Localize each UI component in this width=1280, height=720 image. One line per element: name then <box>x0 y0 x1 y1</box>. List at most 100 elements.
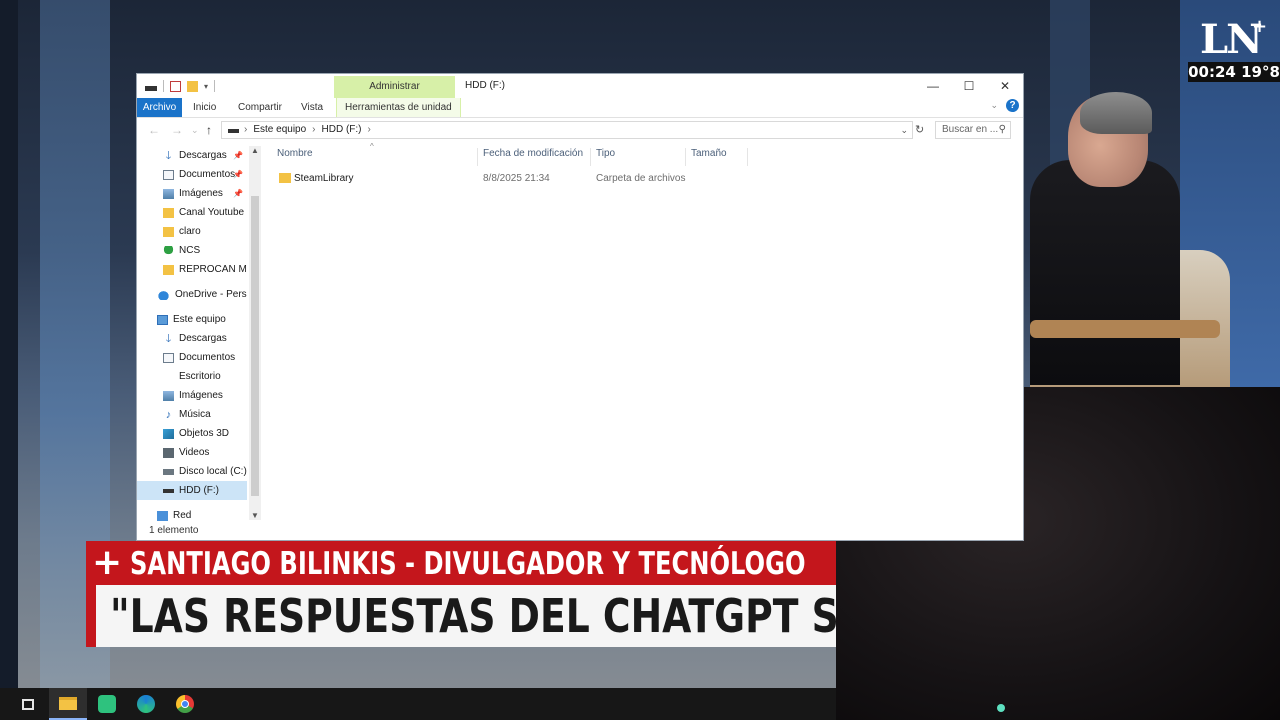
forward-arrow-icon[interactable]: → <box>171 123 183 137</box>
file-type: Carpeta de archivos <box>596 173 686 184</box>
context-tab-manage[interactable]: Administrar <box>334 76 455 98</box>
nav-item-label: Objetos 3D <box>179 428 230 439</box>
nav-item-este-equipo[interactable]: Este equipo <box>137 310 247 329</box>
pin-icon: 📌 <box>233 170 243 179</box>
address-bar[interactable]: › Este equipo › HDD (F:) › ⌄ <box>221 121 913 139</box>
nav-item-label: Videos <box>179 447 210 458</box>
column-divider[interactable] <box>685 148 686 166</box>
toolbar-divider <box>214 80 216 92</box>
nav-item-reprocan[interactable]: REPROCAN MOI <box>137 260 247 279</box>
breadcrumb-este-equipo[interactable]: Este equipo <box>253 122 306 138</box>
nav-item-claro[interactable]: claro <box>137 222 247 241</box>
file-name: SteamLibrary <box>294 173 354 184</box>
nav-item-label: claro <box>179 226 201 237</box>
crumb-separator: › <box>312 124 316 135</box>
cloud-icon <box>157 289 170 300</box>
chevron-up-icon[interactable]: ▲ <box>249 146 261 155</box>
chrome-taskbar-button[interactable] <box>166 688 204 720</box>
breadcrumb: › Este equipo › HDD (F:) › <box>244 122 371 138</box>
nav-item-label: OneDrive - Persor <box>175 289 247 300</box>
news-lower-third: + SANTIAGO BILINKIS - DIVULGADOR Y TECNÓ… <box>86 541 836 647</box>
navigation-scrollbar[interactable]: ▲ ▼ <box>249 146 261 520</box>
tab-herramientas-de-unidad[interactable]: Herramientas de unidad <box>336 98 461 117</box>
tab-archivo[interactable]: Archivo <box>137 98 182 117</box>
folder-icon <box>279 173 291 183</box>
armchair-arm <box>1030 320 1220 338</box>
column-header-tipo[interactable]: Tipo <box>596 148 615 159</box>
column-header-tamano[interactable]: Tamaño <box>691 148 727 159</box>
properties-icon[interactable] <box>170 80 181 92</box>
column-header-nombre[interactable]: Nombre <box>277 148 313 159</box>
nav-item-label: Disco local (C:) <box>179 466 247 477</box>
new-folder-icon[interactable] <box>187 80 198 92</box>
broadcast-clock: 00:24 19°8 <box>1188 62 1280 82</box>
nav-item-documentos[interactable]: Documentos <box>137 348 247 367</box>
nav-item-hdd[interactable]: HDD (F:) <box>137 481 247 500</box>
close-button[interactable]: ✕ <box>987 74 1023 98</box>
toolbar-divider <box>163 80 164 92</box>
tab-inicio[interactable]: Inicio <box>193 98 216 117</box>
nav-item-videos[interactable]: Videos <box>137 443 247 462</box>
green-app-taskbar-button[interactable] <box>88 688 126 720</box>
nav-item-disco-local[interactable]: Disco local (C:) <box>137 462 247 481</box>
nav-item-label: NCS <box>179 245 201 256</box>
nav-item-onedrive[interactable]: OneDrive - Persor <box>137 285 247 304</box>
task-view-button[interactable] <box>9 688 47 720</box>
nav-item-descargas[interactable]: 🡓 Descargas <box>137 329 247 348</box>
nav-item-objetos-3d[interactable]: Objetos 3D <box>137 424 247 443</box>
tab-compartir[interactable]: Compartir <box>238 98 282 117</box>
pin-icon: 📌 <box>233 189 243 198</box>
window-controls: — ☐ ✕ <box>915 74 1023 98</box>
search-input[interactable]: Buscar en ... ⚲ <box>935 121 1011 139</box>
breadcrumb-hdd[interactable]: HDD (F:) <box>322 122 362 138</box>
back-arrow-icon[interactable]: ← <box>148 123 160 137</box>
presenter-hair <box>1080 92 1152 134</box>
nav-item-label: HDD (F:) <box>179 485 219 496</box>
folder-icon <box>163 207 174 218</box>
edge-taskbar-button[interactable] <box>127 688 165 720</box>
chevron-down-icon[interactable]: ⌄ <box>900 122 908 138</box>
file-row[interactable]: SteamLibrary 8/8/2025 21:34 Carpeta de a… <box>277 170 747 188</box>
scrollbar-thumb[interactable] <box>251 196 259 496</box>
help-icon[interactable]: ? <box>1006 99 1019 112</box>
nav-item-imagenes-quick[interactable]: Imágenes 📌 <box>137 184 247 203</box>
file-explorer-icon <box>59 696 77 710</box>
camera-indicator-light <box>997 704 1005 712</box>
column-divider[interactable] <box>747 148 748 166</box>
up-arrow-icon[interactable]: ↑ <box>206 123 212 137</box>
video-icon <box>163 447 174 458</box>
nav-item-documentos-quick[interactable]: Documentos 📌 <box>137 165 247 184</box>
title-bar: ▾ Administrar HDD (F:) — ☐ ✕ <box>137 74 1023 98</box>
customize-toolbar-icon[interactable]: ▾ <box>204 82 208 91</box>
nav-item-musica[interactable]: ♪ Música <box>137 405 247 424</box>
sort-ascending-icon: ^ <box>370 142 374 151</box>
tab-vista[interactable]: Vista <box>301 98 323 117</box>
drive-icon[interactable] <box>145 85 157 91</box>
nav-item-escritorio[interactable]: Escritorio <box>137 367 247 386</box>
minimize-button[interactable]: — <box>915 74 951 98</box>
nav-item-canal-youtube[interactable]: Canal Youtube <box>137 203 247 222</box>
maximize-button[interactable]: ☐ <box>951 74 987 98</box>
nav-item-label: Red <box>173 510 192 521</box>
column-divider[interactable] <box>590 148 591 166</box>
column-divider[interactable] <box>477 148 478 166</box>
edge-icon <box>137 695 155 713</box>
pictures-icon <box>163 188 174 199</box>
recent-locations-icon[interactable]: ⌄ <box>191 125 199 136</box>
desktop-icon <box>163 372 174 382</box>
nav-item-descargas-quick[interactable]: 🡓 Descargas 📌 <box>137 146 247 165</box>
nav-item-ncs[interactable]: NCS <box>137 241 247 260</box>
nav-item-imagenes[interactable]: Imágenes <box>137 386 247 405</box>
nav-item-red[interactable]: Red <box>137 506 247 525</box>
nav-item-label: Documentos <box>179 169 236 180</box>
pictures-icon <box>163 390 174 401</box>
music-icon: ♪ <box>165 408 172 421</box>
expand-ribbon-icon[interactable]: ⌄ <box>990 100 998 111</box>
download-icon: 🡓 <box>165 332 172 345</box>
chevron-down-icon[interactable]: ▼ <box>249 511 261 520</box>
nav-item-label: Descargas <box>179 333 227 344</box>
refresh-icon[interactable]: ↻ <box>915 123 924 136</box>
ribbon-tabs: Archivo Inicio Compartir Vista Herramien… <box>137 98 1023 118</box>
file-explorer-taskbar-button[interactable] <box>49 688 87 720</box>
column-header-fecha[interactable]: Fecha de modificación <box>483 148 583 159</box>
